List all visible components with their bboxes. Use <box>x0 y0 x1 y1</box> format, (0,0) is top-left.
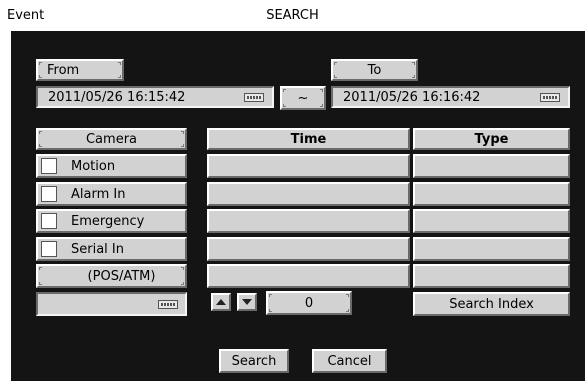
from-label: From <box>47 62 80 78</box>
filter-serial-in[interactable]: Serial In <box>36 237 187 261</box>
filter-motion[interactable]: Motion <box>36 154 187 178</box>
page-number-value: 0 <box>304 295 314 311</box>
camera-label: Camera <box>85 131 138 147</box>
to-datetime-field[interactable]: 2011/05/26 16:16:42 <box>331 86 570 108</box>
motion-label: Motion <box>71 159 116 174</box>
search-index-button[interactable]: Search Index <box>413 292 570 316</box>
title-bar: Event SEARCH <box>0 0 585 30</box>
page-down-button[interactable] <box>237 293 257 311</box>
alarm-in-checkbox[interactable] <box>41 186 57 202</box>
type-column-header: Type <box>413 128 570 150</box>
keyboard-icon[interactable] <box>158 300 178 309</box>
arrow-up-icon <box>216 299 226 305</box>
filter-emergency[interactable]: Emergency <box>36 209 187 233</box>
to-label-button: To <box>331 59 418 81</box>
table-row-time[interactable] <box>207 154 410 178</box>
serial-in-label: Serial In <box>71 242 124 257</box>
text-keyword-field[interactable] <box>36 292 187 316</box>
table-row-type[interactable] <box>413 209 570 233</box>
event-search-window: Event SEARCH From 2011/05/26 16:15:42 ~ … <box>0 0 585 381</box>
time-header-label: Time <box>290 131 327 147</box>
search-button-label: Search <box>231 353 277 369</box>
table-row-type[interactable] <box>413 264 570 288</box>
to-label: To <box>367 62 382 78</box>
window-title: SEARCH <box>266 8 319 23</box>
keyboard-icon[interactable] <box>244 93 264 102</box>
table-row-type[interactable] <box>413 154 570 178</box>
table-row-time[interactable] <box>207 264 410 288</box>
search-panel: From 2011/05/26 16:15:42 ~ To 2011/05/26… <box>11 31 585 381</box>
serial-in-checkbox[interactable] <box>41 241 57 257</box>
from-label-button: From <box>36 59 124 81</box>
emergency-label: Emergency <box>71 214 145 229</box>
time-column-header: Time <box>207 128 410 150</box>
type-header-label: Type <box>474 131 509 147</box>
page-up-button[interactable] <box>211 293 231 311</box>
alarm-in-label: Alarm In <box>71 187 126 202</box>
pos-atm-button[interactable]: (POS/ATM) <box>36 264 187 288</box>
range-separator: ~ <box>297 90 309 106</box>
to-datetime-value: 2011/05/26 16:16:42 <box>343 89 481 105</box>
motion-checkbox[interactable] <box>41 158 57 174</box>
table-row-type[interactable] <box>413 237 570 261</box>
emergency-checkbox[interactable] <box>41 213 57 229</box>
table-row-type[interactable] <box>413 182 570 206</box>
range-separator-button: ~ <box>280 86 326 110</box>
search-index-label: Search Index <box>449 296 534 312</box>
from-datetime-field[interactable]: 2011/05/26 16:15:42 <box>36 86 274 108</box>
table-row-time[interactable] <box>207 209 410 233</box>
pos-atm-label: (POS/ATM) <box>87 268 156 284</box>
page-number-field[interactable]: 0 <box>266 291 352 315</box>
filter-alarm-in[interactable]: Alarm In <box>36 182 187 206</box>
cancel-button[interactable]: Cancel <box>312 349 387 373</box>
camera-button[interactable]: Camera <box>36 128 187 150</box>
keyboard-icon[interactable] <box>540 93 560 102</box>
table-row-time[interactable] <box>207 182 410 206</box>
from-datetime-value: 2011/05/26 16:15:42 <box>48 89 186 105</box>
cancel-button-label: Cancel <box>327 353 372 369</box>
arrow-down-icon <box>242 299 252 305</box>
table-row-time[interactable] <box>207 237 410 261</box>
search-button[interactable]: Search <box>219 349 289 373</box>
